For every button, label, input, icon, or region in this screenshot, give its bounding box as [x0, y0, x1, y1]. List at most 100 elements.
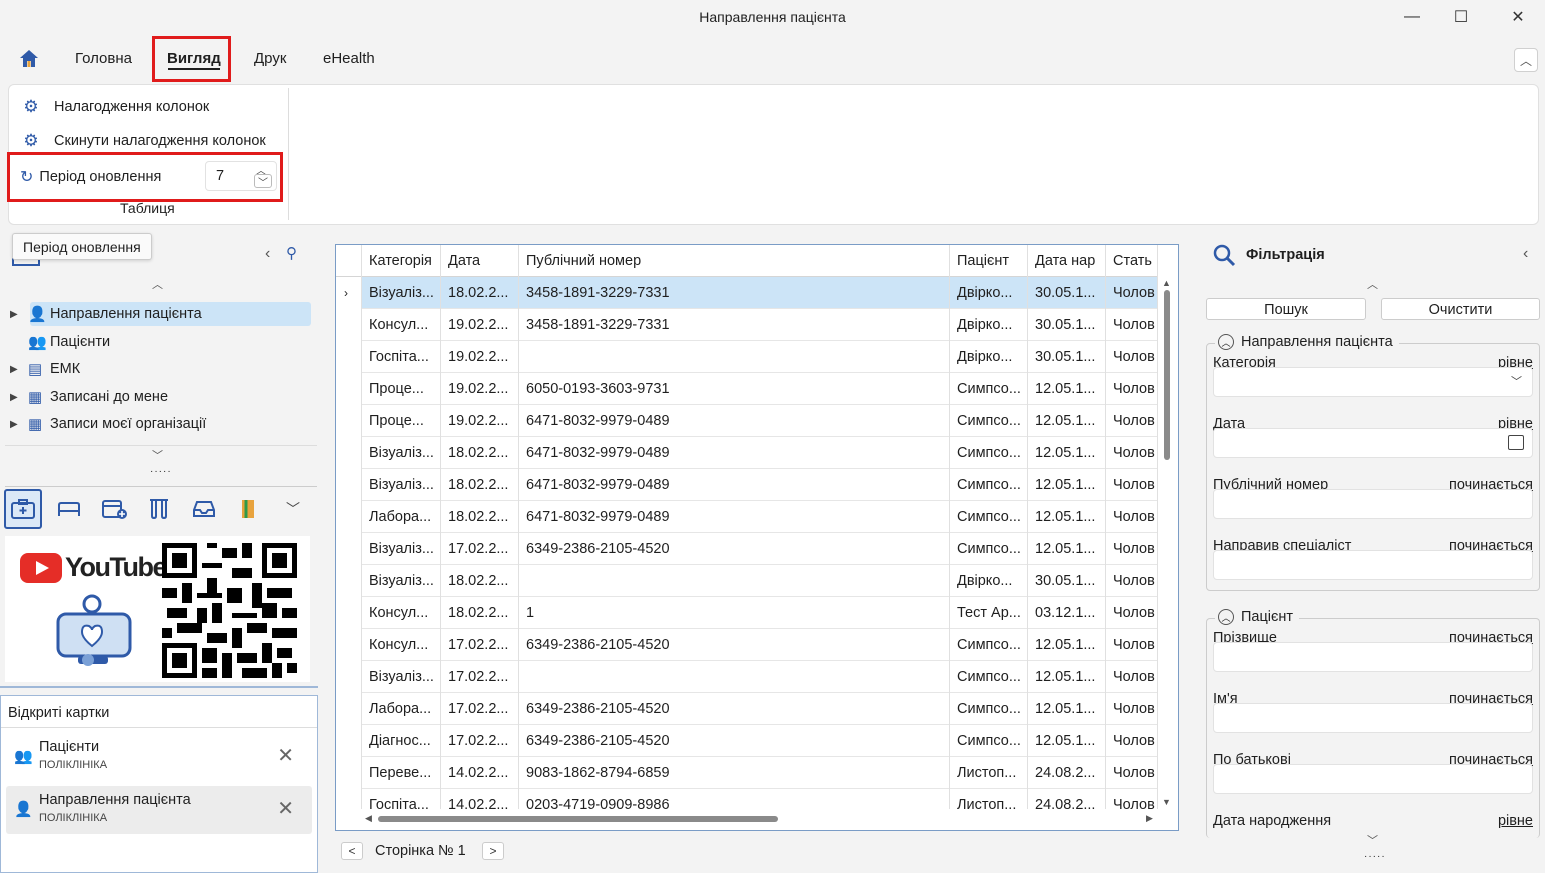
collapse-left-icon[interactable]: ‹: [265, 245, 270, 263]
collapse-filter-icon[interactable]: ‹: [1523, 245, 1528, 263]
table-cell: Чолов: [1106, 405, 1158, 437]
filter-input[interactable]: [1213, 642, 1533, 672]
test-tubes-icon[interactable]: [140, 489, 178, 529]
title-bar: Направлення пацієнта — ☐ ✕: [0, 0, 1545, 34]
column-header[interactable]: Стать: [1106, 245, 1158, 277]
table-row[interactable]: Проце... 19.02.2... 6471-8032-9979-0489 Сим…: [336, 405, 1158, 437]
filter-mode-link[interactable]: рівне: [1498, 813, 1533, 829]
maximize-button[interactable]: ☐: [1438, 4, 1484, 30]
bed-icon[interactable]: [50, 489, 88, 529]
column-settings-button[interactable]: ⚙ Налагодження колонок: [22, 96, 209, 118]
scroll-right-arrow-icon[interactable]: ▶: [1146, 813, 1153, 824]
scroll-up-arrow-icon[interactable]: ▲: [1162, 278, 1171, 288]
collapse-ribbon-button[interactable]: ︿: [1514, 48, 1538, 72]
table-row[interactable]: Візуаліз... 18.02.2... 6471-8032-9979-0489…: [336, 437, 1158, 469]
table-cell: 12.05.1...: [1028, 373, 1106, 405]
scroll-down-icon[interactable]: ﹀: [152, 447, 163, 463]
close-card-icon[interactable]: ✕: [277, 796, 294, 821]
tree-item-org-records[interactable]: ▶ ▦ Записи моєї організації: [10, 412, 206, 436]
filter-input[interactable]: [1213, 428, 1533, 458]
table-cell: 18.02.2...: [441, 565, 519, 597]
minimize-button[interactable]: —: [1389, 4, 1435, 30]
close-window-button[interactable]: ✕: [1495, 4, 1541, 30]
tree-item-recorded-to-me[interactable]: ▶ ▦ Записані до мене: [10, 385, 168, 409]
more-tools-chevron-icon[interactable]: ﹀: [274, 489, 312, 529]
clear-button[interactable]: Очистити: [1381, 298, 1540, 320]
open-card-patients[interactable]: 👥 Пацієнти ПОЛІКЛІНІКА ✕: [6, 733, 312, 781]
search-button[interactable]: Пошук: [1206, 298, 1366, 320]
table-row[interactable]: Госпіта... 19.02.2... Двірко... 30.05.1... Ч…: [336, 341, 1158, 373]
tab-ehealth[interactable]: eHealth: [323, 50, 375, 67]
table-row[interactable]: Діагнос... 17.02.2... 6349-2386-2105-4520 С…: [336, 725, 1158, 757]
table-row[interactable]: Візуаліз... 18.02.2... 6471-8032-9979-0489…: [336, 469, 1158, 501]
qr-code[interactable]: [162, 543, 297, 678]
expand-icon[interactable]: ▶: [10, 364, 28, 375]
column-header[interactable]: Пацієнт: [950, 245, 1028, 277]
unpin-icon[interactable]: ⚲: [286, 244, 297, 262]
splitter-grip[interactable]: ·····: [150, 466, 172, 477]
inbox-icon[interactable]: [185, 489, 223, 529]
filter-group-patient-header[interactable]: ︿ Пацієнт: [1215, 609, 1300, 625]
column-header[interactable]: Дата: [441, 245, 519, 277]
filter-input[interactable]: [1213, 703, 1533, 733]
open-card-referrals[interactable]: 👤 Направлення пацієнта ПОЛІКЛІНІКА ✕: [6, 786, 312, 834]
filter-input[interactable]: [1213, 550, 1533, 580]
scroll-up-icon[interactable]: ︿: [152, 276, 163, 292]
table-row[interactable]: Лабора... 17.02.2... 6349-2386-2105-4520 Си…: [336, 693, 1158, 725]
splitter[interactable]: [0, 686, 318, 688]
prev-page-button[interactable]: <: [341, 842, 363, 860]
tab-print[interactable]: Друк: [254, 50, 286, 67]
table-row[interactable]: Переве... 14.02.2... 9083-1862-8794-6859 Ли…: [336, 757, 1158, 789]
table-row[interactable]: Візуаліз... 17.02.2... 6349-2386-2105-4520…: [336, 533, 1158, 565]
filter-scroll-down-icon[interactable]: ﹀: [1367, 832, 1378, 848]
table-cell: Проце...: [362, 373, 441, 405]
collapse-group-icon[interactable]: ︿: [1218, 609, 1234, 625]
horizontal-scrollbar-thumb[interactable]: [378, 816, 778, 822]
table-row[interactable]: Візуаліз... 18.02.2... Двірко... 30.05.1...…: [336, 565, 1158, 597]
filter-input[interactable]: [1213, 489, 1533, 519]
filter-input[interactable]: ﹀: [1213, 367, 1533, 397]
calendar-add-icon[interactable]: [96, 489, 134, 529]
next-page-button[interactable]: >: [482, 842, 504, 860]
youtube-logo[interactable]: YouTube: [20, 552, 167, 583]
medical-kit-icon[interactable]: [4, 489, 42, 529]
expand-icon[interactable]: ▶: [10, 309, 28, 320]
dropdown-chevron-icon[interactable]: ﹀: [1511, 373, 1522, 389]
column-header[interactable]: Публічний номер: [519, 245, 950, 277]
filter-scroll-up-icon[interactable]: ︿: [1367, 276, 1378, 292]
table-row[interactable]: Консул... 18.02.2... 1 Тест Ар... 03.12.1...…: [336, 597, 1158, 629]
tree-item-patients[interactable]: 👥 Пацієнти: [10, 330, 110, 354]
filter-input[interactable]: [1213, 764, 1533, 794]
tree-label: Пацієнти: [50, 334, 111, 350]
table-row[interactable]: Лабора... 18.02.2... 6471-8032-9979-0489 Си…: [336, 501, 1158, 533]
reset-columns-button[interactable]: ⚙ Скинути налагодження колонок: [22, 130, 265, 152]
row-indicator: [336, 693, 362, 725]
collapse-group-icon[interactable]: ︿: [1218, 334, 1234, 350]
table-row[interactable]: Консул... 19.02.2... 3458-1891-3229-7331 Дв…: [336, 309, 1158, 341]
home-icon[interactable]: [17, 47, 41, 71]
calendar-icon[interactable]: [1508, 435, 1524, 450]
tree-item-referrals[interactable]: ▶ 👤 Направлення пацієнта: [10, 302, 202, 326]
tree-item-emk[interactable]: ▶ ▤ ЕМК: [10, 357, 80, 381]
table-cell: Переве...: [362, 757, 441, 789]
column-header[interactable]: Дата нар: [1028, 245, 1106, 277]
table-row[interactable]: Проце... 19.02.2... 6050-0193-3603-9731 Сим…: [336, 373, 1158, 405]
scroll-left-arrow-icon[interactable]: ◀: [365, 813, 372, 824]
vertical-scrollbar-thumb[interactable]: [1164, 290, 1170, 460]
tab-home[interactable]: Головна: [75, 50, 132, 67]
table-row[interactable]: › Візуаліз... 18.02.2... 3458-1891-3229-733…: [336, 277, 1158, 309]
table-row[interactable]: Госпіта... 14.02.2... 0203-4719-0909-8986 Л…: [336, 789, 1158, 809]
book-icon[interactable]: [230, 489, 268, 529]
filter-splitter-grip[interactable]: ·····: [1364, 851, 1386, 862]
close-card-icon[interactable]: ✕: [277, 743, 294, 768]
table-cell: Проце...: [362, 405, 441, 437]
filter-group-referral-header[interactable]: ︿ Направлення пацієнта: [1215, 334, 1399, 350]
table-row[interactable]: Візуаліз... 17.02.2... Симпсо... 12.05.1...…: [336, 661, 1158, 693]
tab-view[interactable]: Вигляд: [167, 50, 221, 67]
scroll-down-arrow-icon[interactable]: ▼: [1162, 797, 1171, 807]
expand-icon[interactable]: ▶: [10, 392, 28, 403]
expand-icon[interactable]: ▶: [10, 419, 28, 430]
spin-down-button[interactable]: ﹀: [254, 174, 272, 189]
table-row[interactable]: Консул... 17.02.2... 6349-2386-2105-4520 Си…: [336, 629, 1158, 661]
column-header[interactable]: Категорія: [362, 245, 441, 277]
